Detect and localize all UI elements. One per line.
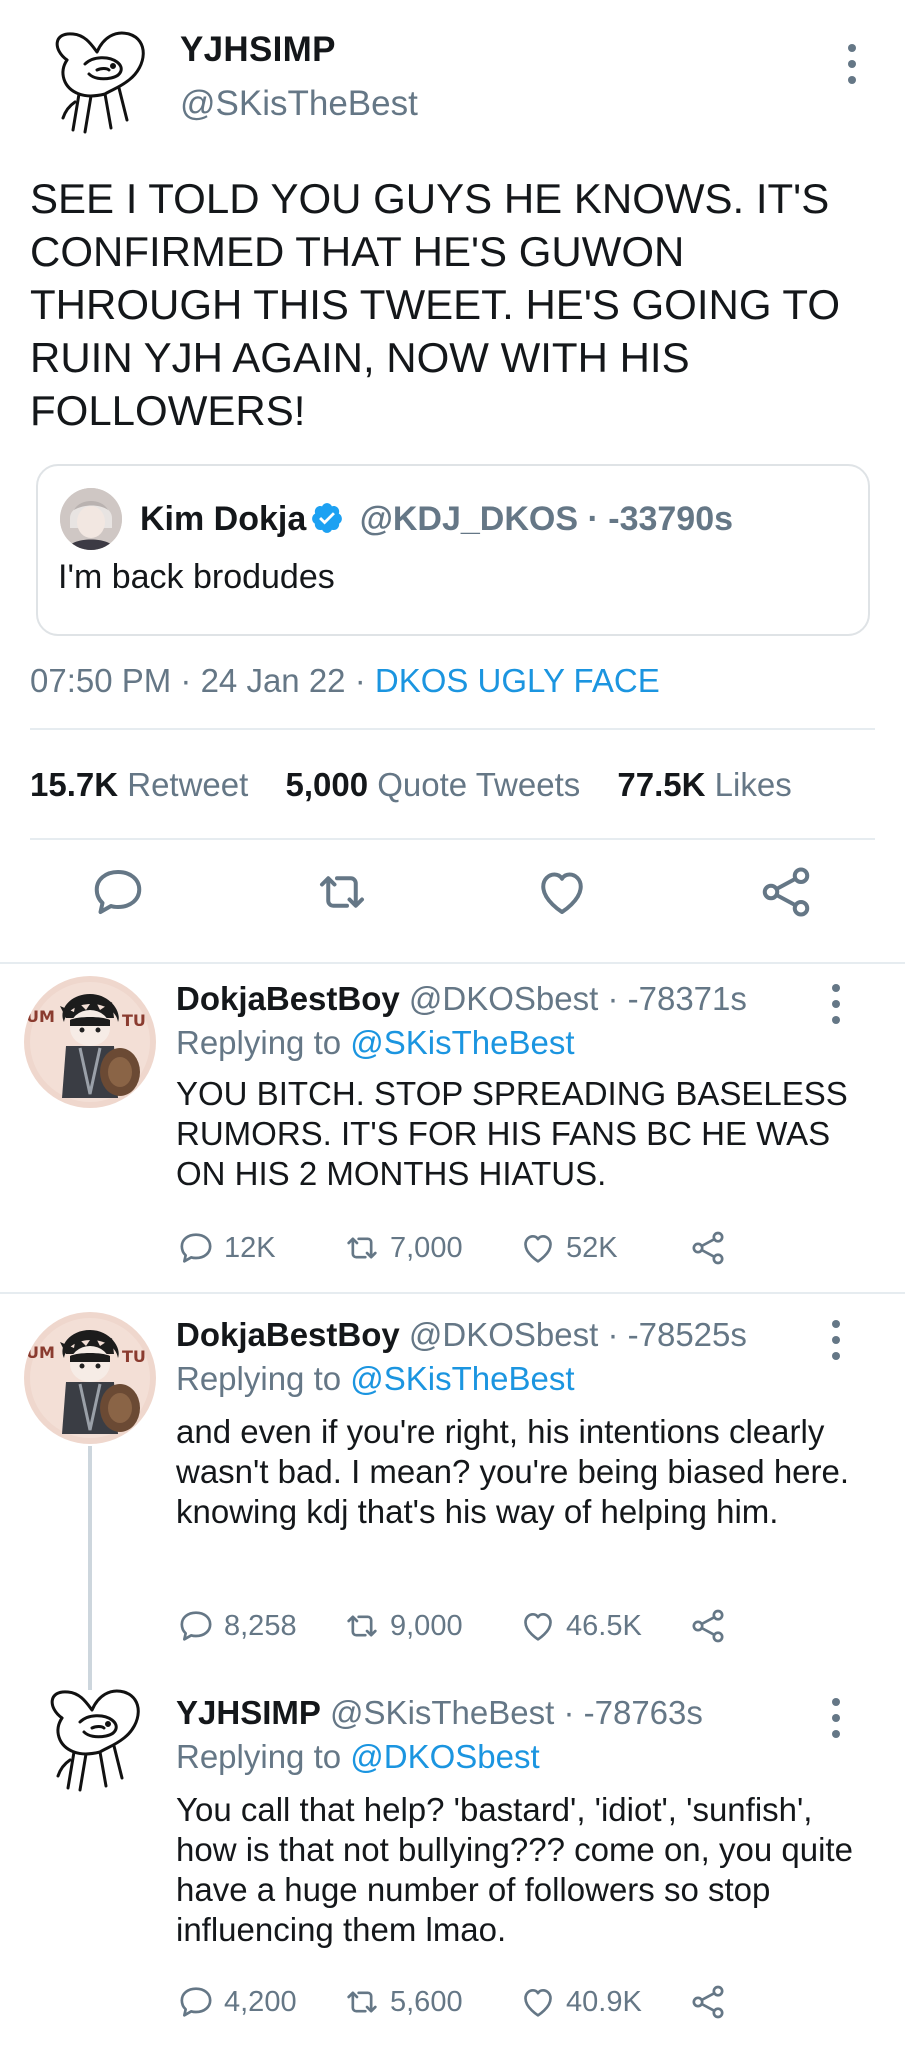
quotes-stat[interactable]: 5,000 Quote Tweets: [285, 766, 580, 803]
more-options-icon[interactable]: [846, 44, 858, 84]
avatar[interactable]: [45, 30, 155, 140]
reply-icon[interactable]: [88, 862, 148, 922]
reply-handle-time: @SKisTheBest · -78763s: [330, 1694, 703, 1731]
reply-icon: [180, 1233, 212, 1263]
reply-display-name[interactable]: YJHSIMP: [176, 1694, 321, 1731]
tweet-stats: 15.7K Retweet 5,000 Quote Tweets 77.5K L…: [30, 766, 792, 804]
divider: [30, 838, 875, 840]
divider: [0, 962, 905, 964]
retweet-count: 9,000: [390, 1609, 463, 1642]
avatar[interactable]: UM TU: [24, 976, 156, 1108]
divider: [30, 728, 875, 730]
tweet-timestamp: 07:50 PM · 24 Jan 22 ·: [30, 662, 375, 699]
replying-to-handle[interactable]: @SKisTheBest: [350, 1024, 574, 1061]
retweet-icon[interactable]: [312, 862, 372, 922]
reply-icon: [180, 1987, 212, 2017]
quoted-tweet-card[interactable]: Kim Dokja @KDJ_DKOS · -33790s I'm back b…: [36, 464, 870, 636]
reply-icon: [180, 1611, 212, 1641]
like-count: 40.9K: [566, 1985, 642, 2018]
likes-stat[interactable]: 77.5K Likes: [617, 766, 791, 803]
svg-text:UM: UM: [26, 1007, 55, 1026]
like-icon[interactable]: [532, 862, 592, 922]
verified-badge-icon: [310, 501, 344, 535]
quoted-avatar: [60, 488, 122, 550]
quoted-header: Kim Dokja @KDJ_DKOS · -33790s: [140, 500, 733, 539]
retweet-icon: [347, 1991, 377, 2013]
replying-prefix: Replying to: [176, 1738, 351, 1775]
reply-header: DokjaBestBoy @DKOSbest · -78525s: [176, 1316, 747, 1354]
like-icon: [524, 1613, 552, 1641]
reply-count: 12K: [224, 1231, 276, 1264]
share-icon[interactable]: [688, 1228, 728, 1268]
tweet-text: SEE I TOLD YOU GUYS HE KNOWS. IT'S CONFI…: [30, 175, 840, 434]
like-icon: [524, 1989, 552, 2017]
reply-handle-time: @DKOSbest · -78525s: [408, 1316, 747, 1353]
likes-label: Likes: [714, 766, 792, 803]
reply-action[interactable]: 4,200: [176, 1982, 297, 2022]
likes-count: 77.5K: [617, 766, 706, 803]
svg-text:UM: UM: [26, 1343, 55, 1362]
like-icon: [524, 1235, 552, 1263]
svg-text:TU: TU: [122, 1011, 146, 1030]
retweet-action[interactable]: 7,000: [342, 1228, 463, 1268]
reply-display-name[interactable]: DokjaBestBoy: [176, 980, 400, 1017]
avatar[interactable]: UM TU: [24, 1312, 156, 1444]
like-count: 46.5K: [566, 1609, 642, 1642]
quotes-label: Quote Tweets: [377, 766, 581, 803]
more-options-icon[interactable]: [830, 984, 842, 1024]
quotes-count: 5,000: [285, 766, 369, 803]
retweets-label: Retweet: [127, 766, 249, 803]
retweet-icon: [347, 1615, 377, 1637]
retweet-icon: [347, 1237, 377, 1259]
reply-action[interactable]: 12K: [176, 1228, 276, 1268]
reply-text: and even if you're right, his intentions…: [176, 1413, 850, 1530]
reply-action-bar: 8,258 9,000 46.5K: [176, 1606, 776, 1650]
like-action[interactable]: 46.5K: [518, 1606, 642, 1646]
reply-header: DokjaBestBoy @DKOSbest · -78371s: [176, 980, 747, 1018]
retweet-count: 5,600: [390, 1985, 463, 2018]
retweet-action[interactable]: 5,600: [342, 1982, 463, 2022]
like-count: 52K: [566, 1231, 618, 1264]
reply-count: 4,200: [224, 1985, 297, 2018]
thread-connector-line: [88, 1446, 92, 1690]
reply-action[interactable]: 8,258: [176, 1606, 297, 1646]
reply-header: YJHSIMP @SKisTheBest · -78763s: [176, 1694, 703, 1732]
reply-action-bar: 12K 7,000 52K: [176, 1228, 776, 1272]
tweet-meta: 07:50 PM · 24 Jan 22 · DKOS UGLY FACE: [30, 662, 660, 700]
more-options-icon[interactable]: [830, 1320, 842, 1360]
reply-text: YOU BITCH. STOP SPREADING BASELESS RUMOR…: [176, 1075, 848, 1192]
like-action[interactable]: 40.9K: [518, 1982, 642, 2022]
replying-to-handle[interactable]: @SKisTheBest: [350, 1360, 574, 1397]
author-display-name[interactable]: YJHSIMP: [180, 30, 336, 70]
avatar[interactable]: [40, 1688, 150, 1798]
reply-handle-time: @DKOSbest · -78371s: [408, 980, 747, 1017]
share-icon[interactable]: [688, 1606, 728, 1646]
divider: [0, 1292, 905, 1294]
quoted-handle-time: @KDJ_DKOS · -33790s: [359, 500, 734, 538]
reply-display-name[interactable]: DokjaBestBoy: [176, 1316, 400, 1353]
reply-action-bar: 4,200 5,600 40.9K: [176, 1982, 776, 2026]
tweet-action-bar: [0, 862, 905, 932]
reply-text: You call that help? 'bastard', 'idiot', …: [176, 1791, 853, 1948]
svg-text:TU: TU: [122, 1347, 146, 1366]
replying-to: Replying to @SKisTheBest: [176, 1024, 575, 1062]
quoted-display-name[interactable]: Kim Dokja: [140, 500, 306, 538]
reply-count: 8,258: [224, 1609, 297, 1642]
retweets-count: 15.7K: [30, 766, 119, 803]
retweets-stat[interactable]: 15.7K Retweet: [30, 766, 248, 803]
share-icon[interactable]: [688, 1982, 728, 2022]
replying-prefix: Replying to: [176, 1024, 351, 1061]
like-action[interactable]: 52K: [518, 1228, 618, 1268]
retweet-count: 7,000: [390, 1231, 463, 1264]
replying-prefix: Replying to: [176, 1360, 351, 1397]
more-options-icon[interactable]: [830, 1698, 842, 1738]
replying-to-handle[interactable]: @DKOSbest: [350, 1738, 539, 1775]
author-handle[interactable]: @SKisTheBest: [180, 84, 418, 124]
replying-to: Replying to @SKisTheBest: [176, 1360, 575, 1398]
quoted-text: I'm back brodudes: [58, 558, 335, 596]
replying-to: Replying to @DKOSbest: [176, 1738, 540, 1776]
tweet-source[interactable]: DKOS UGLY FACE: [375, 662, 660, 699]
retweet-action[interactable]: 9,000: [342, 1606, 463, 1646]
share-icon[interactable]: [756, 862, 816, 922]
